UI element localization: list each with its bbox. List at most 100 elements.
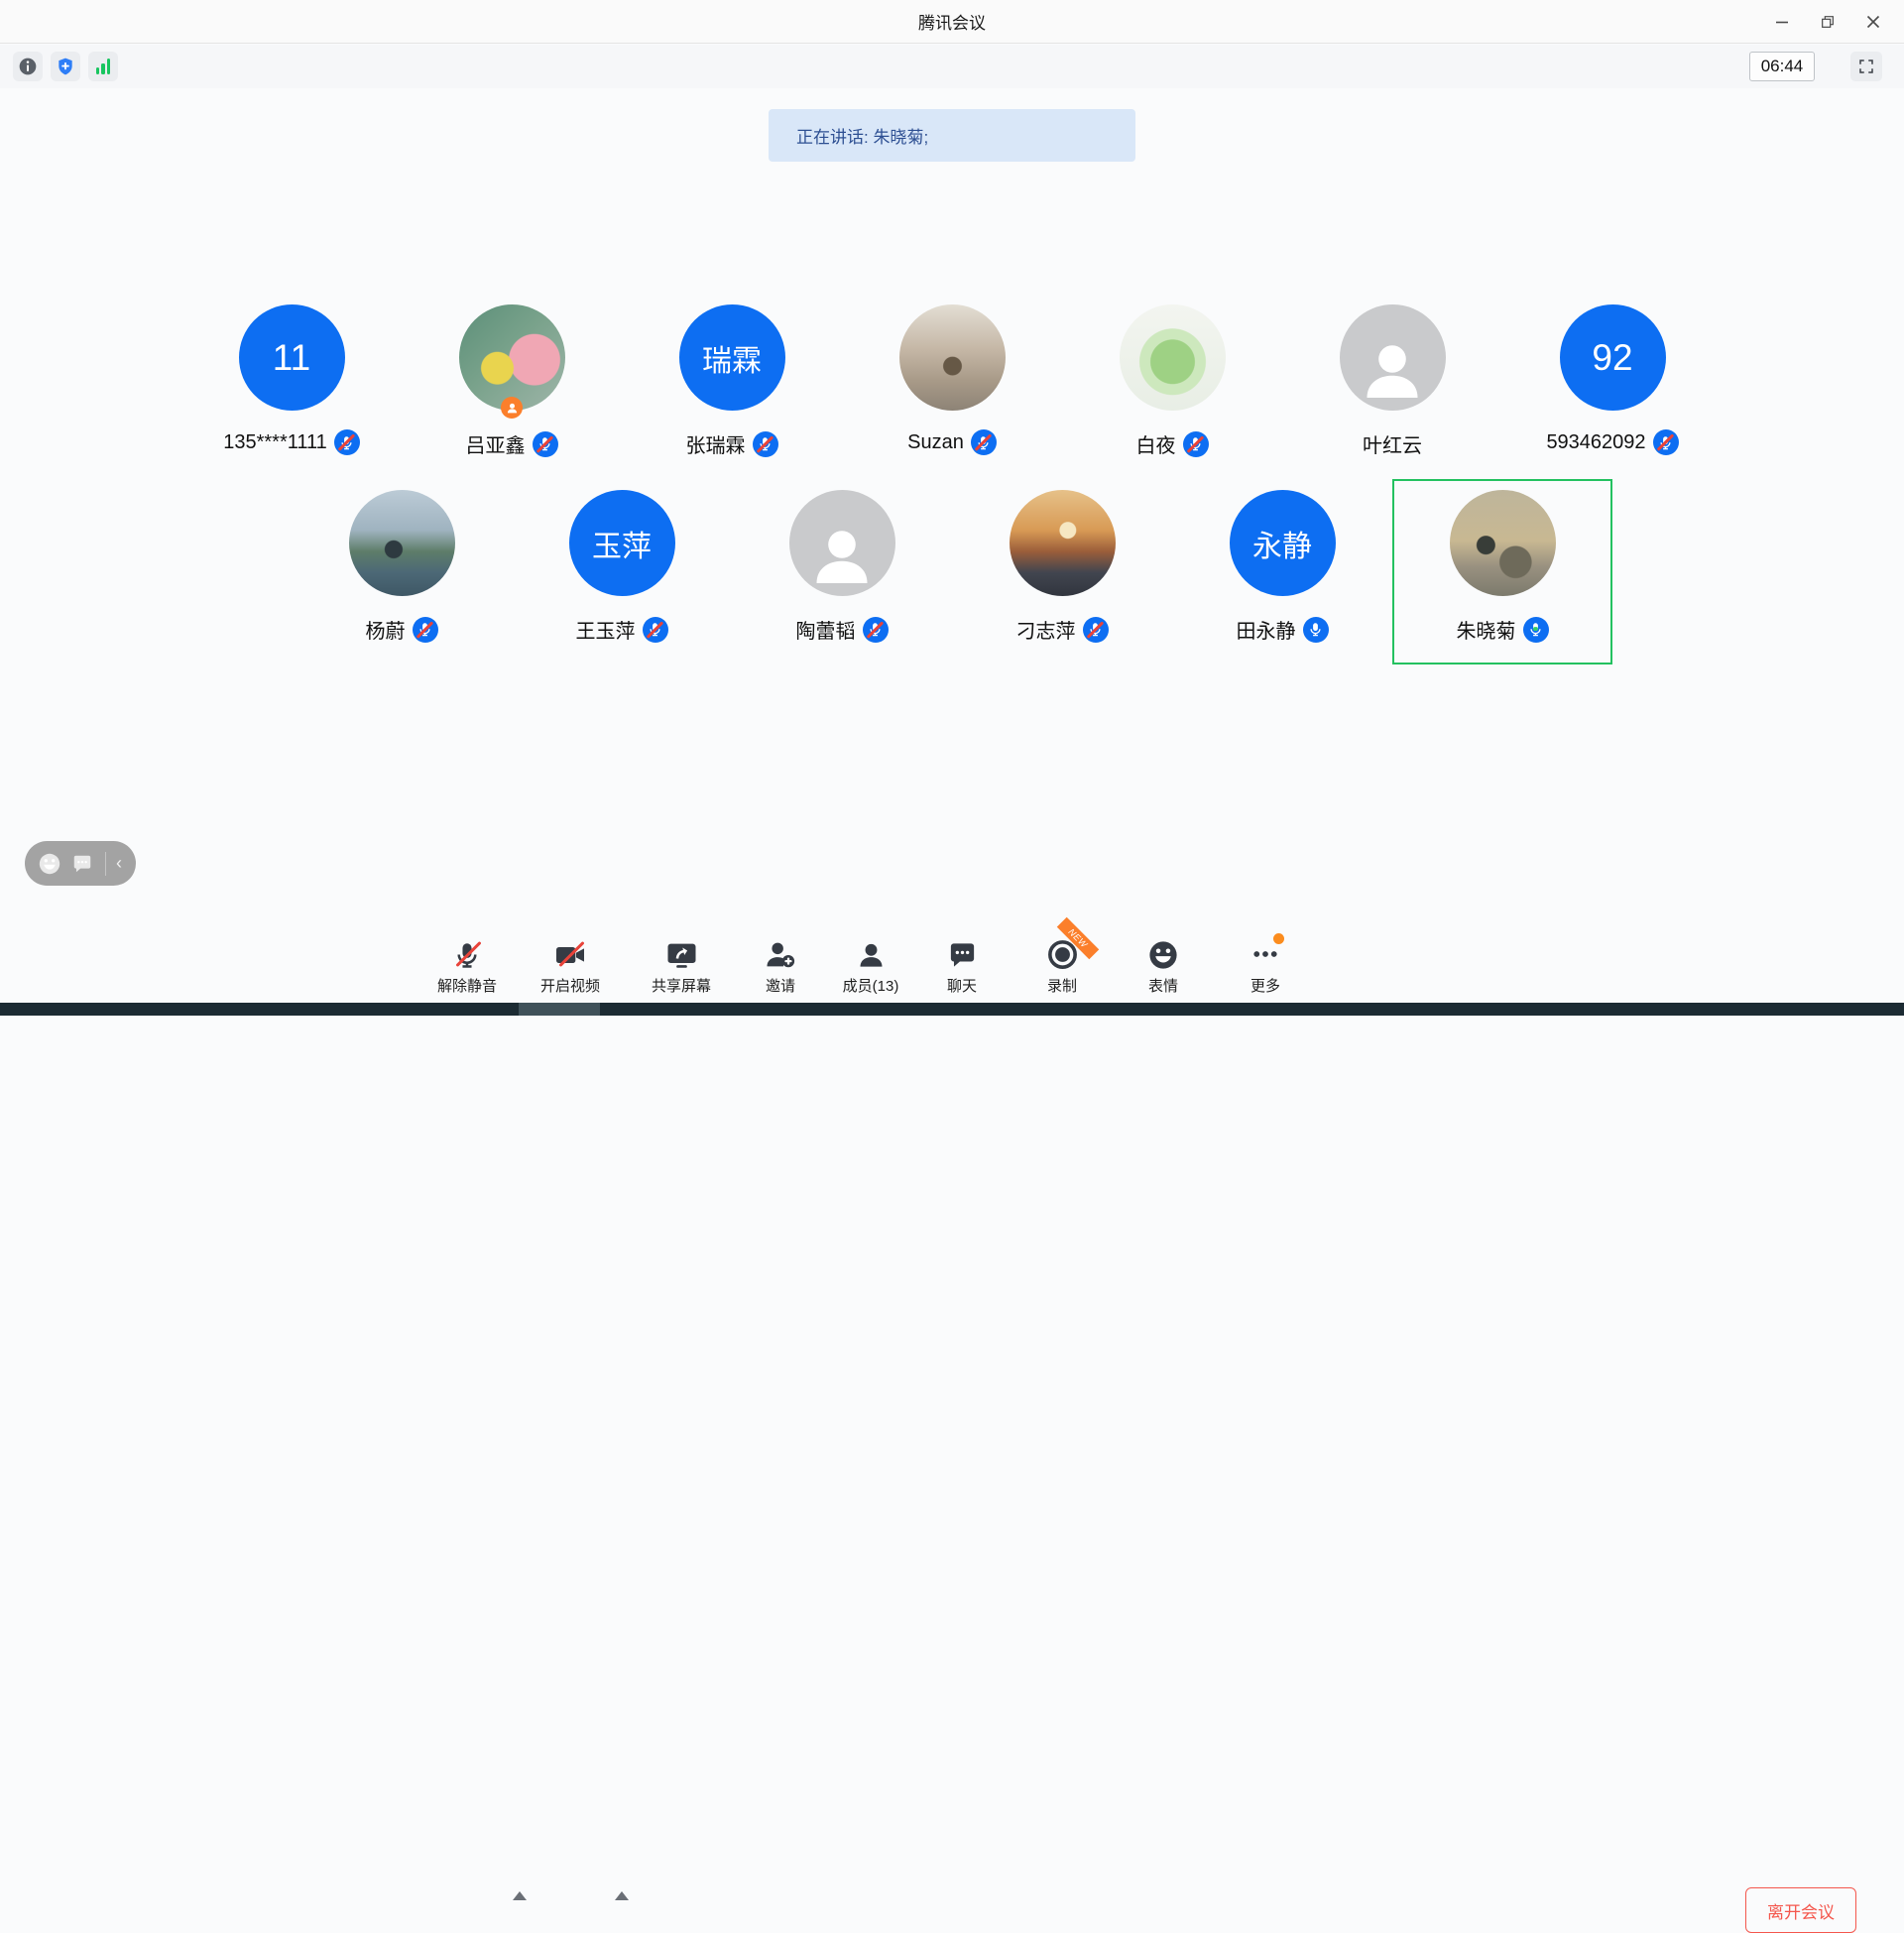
speaking-banner-text: 正在讲话: 朱晓菊;	[796, 123, 928, 148]
avatar-initials: 92	[1560, 304, 1666, 411]
reactions-button[interactable]: 表情	[1116, 937, 1211, 996]
avatar-initials: 瑞霖	[679, 304, 785, 411]
emoji-icon	[1147, 939, 1179, 971]
avatar-photo	[459, 304, 565, 411]
security-button[interactable]	[51, 52, 80, 81]
participant-tile[interactable]: 永静 田永静	[1172, 479, 1392, 664]
participant-tile-speaking[interactable]: 朱晓菊	[1392, 479, 1612, 664]
mic-muted-icon	[643, 617, 668, 643]
participant-name: 田永静	[1237, 615, 1296, 644]
bottom-toolbar: 解除静音 开启视频 共享屏幕 邀请 成员(13) 聊天	[0, 937, 1904, 1003]
participant-row-2: 杨蔚 玉萍 王玉萍 陶蕾韬 刁志萍	[0, 479, 1904, 664]
close-icon	[1866, 15, 1880, 29]
emoji-icon	[38, 852, 61, 876]
notification-dot	[1273, 933, 1284, 944]
meeting-status-bar: 06:44	[0, 45, 1904, 88]
mic-muted-icon	[1083, 617, 1109, 643]
mic-muted-icon	[533, 431, 558, 457]
participant-tile[interactable]: 11 135****1111	[181, 294, 402, 479]
avatar-photo	[349, 490, 455, 596]
participant-name: 朱晓菊	[1457, 615, 1516, 644]
members-button[interactable]: 成员(13)	[823, 937, 918, 996]
participant-name: 刁志萍	[1016, 615, 1076, 644]
avatar-initials: 玉萍	[569, 490, 675, 596]
reaction-pill: ‹	[25, 841, 136, 886]
more-button[interactable]: 更多	[1218, 937, 1313, 996]
close-button[interactable]	[1850, 4, 1896, 40]
participant-name: 135****1111	[223, 431, 327, 454]
participant-name: 杨蔚	[366, 615, 406, 644]
unmute-button[interactable]: 解除静音	[419, 937, 515, 996]
taskbar-segment	[519, 1003, 600, 1016]
info-icon	[18, 57, 38, 76]
participant-tile[interactable]: 瑞霖 张瑞霖	[622, 294, 842, 479]
mic-muted-icon	[753, 431, 778, 457]
members-icon	[856, 939, 887, 971]
collapse-pill-button[interactable]: ‹	[116, 853, 122, 874]
participant-tile[interactable]: 叶红云	[1282, 294, 1502, 479]
mic-speaking-icon	[1523, 617, 1549, 643]
fullscreen-button[interactable]	[1850, 52, 1882, 81]
restore-button[interactable]	[1805, 4, 1850, 40]
participant-name: 叶红云	[1363, 429, 1422, 458]
participant-tile[interactable]: 陶蕾韬	[732, 479, 952, 664]
profile-person-badge	[501, 397, 523, 419]
participant-name: 白夜	[1136, 429, 1176, 458]
window-controls	[1759, 0, 1896, 44]
status-icon-group	[13, 52, 118, 81]
participant-tile[interactable]: Suzan	[842, 294, 1062, 479]
record-button[interactable]: NEW 录制	[1014, 937, 1110, 996]
participant-row-1: 11 135****1111 吕亚鑫 瑞霖	[0, 294, 1904, 479]
chat-icon	[947, 939, 978, 971]
avatar-photo	[1450, 490, 1556, 596]
participant-tile[interactable]: 白夜	[1062, 294, 1282, 479]
shield-plus-icon	[56, 57, 75, 76]
participant-name: Suzan	[907, 431, 964, 454]
participant-tile[interactable]: 92 593462092	[1502, 294, 1723, 479]
participant-tile[interactable]: 玉萍 王玉萍	[512, 479, 732, 664]
participant-tile[interactable]: 刁志萍	[952, 479, 1172, 664]
avatar-photo	[899, 304, 1006, 411]
leave-meeting-button[interactable]: 离开会议	[1745, 1887, 1856, 1933]
avatar-initials: 永静	[1230, 490, 1336, 596]
avatar-photo	[1120, 304, 1226, 411]
pill-divider	[105, 852, 106, 876]
avatar-initials: 11	[239, 304, 345, 411]
chat-button[interactable]: 聊天	[914, 937, 1010, 996]
network-signal-icon	[96, 59, 111, 74]
person-icon	[506, 402, 519, 415]
participant-tile[interactable]: 杨蔚	[292, 479, 512, 664]
fullscreen-icon	[1857, 58, 1875, 75]
network-status-button[interactable]	[88, 52, 118, 81]
participant-name: 王玉萍	[576, 615, 636, 644]
participant-tile[interactable]: 吕亚鑫	[402, 294, 622, 479]
mic-muted-icon	[1183, 431, 1209, 457]
meeting-duration: 06:44	[1749, 52, 1815, 81]
meeting-info-button[interactable]	[13, 52, 43, 81]
person-silhouette-icon	[806, 521, 878, 592]
taskbar-strip	[0, 1003, 1904, 1016]
participant-grid: 11 135****1111 吕亚鑫 瑞霖	[0, 294, 1904, 664]
avatar-placeholder	[789, 490, 895, 596]
participant-name: 陶蕾韬	[796, 615, 856, 644]
invite-button[interactable]: 邀请	[733, 937, 828, 996]
chat-bubble-icon	[71, 853, 93, 875]
avatar-photo	[1010, 490, 1116, 596]
speaking-banner: 正在讲话: 朱晓菊;	[769, 109, 1135, 162]
mic-muted-icon	[413, 617, 438, 643]
quick-chat-button[interactable]	[71, 853, 93, 875]
avatar-placeholder	[1340, 304, 1446, 411]
participant-name: 张瑞霖	[686, 429, 746, 458]
participant-name: 593462092	[1546, 431, 1645, 454]
audio-options-caret[interactable]	[513, 1891, 527, 1900]
title-bar: 腾讯会议	[0, 0, 1904, 44]
quick-emoji-button[interactable]	[38, 852, 61, 876]
start-video-button[interactable]: 开启视频	[523, 937, 618, 996]
person-silhouette-icon	[1357, 335, 1428, 407]
share-screen-button[interactable]: 共享屏幕	[634, 937, 729, 996]
minimize-button[interactable]	[1759, 4, 1805, 40]
mic-muted-icon	[971, 429, 997, 455]
restore-icon	[1820, 14, 1836, 30]
window-title: 腾讯会议	[918, 9, 986, 34]
video-options-caret[interactable]	[615, 1891, 629, 1900]
